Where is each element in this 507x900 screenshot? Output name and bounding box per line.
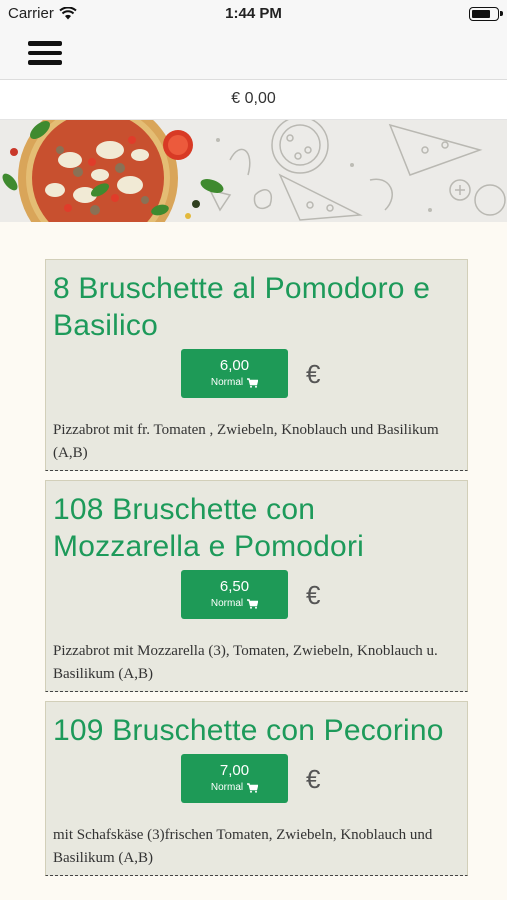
cart-total[interactable]: € 0,00 — [0, 80, 507, 120]
price-value: 7,00 — [219, 762, 250, 779]
price-row: 6,50 Normal € — [46, 570, 467, 630]
navigation-bar — [0, 28, 507, 80]
currency-symbol: € — [306, 764, 321, 794]
hamburger-menu-icon[interactable] — [28, 39, 62, 67]
menu-item-card: 109 Bruschette con Pecorino 7,00 Normal … — [45, 701, 468, 876]
menu-item-description: mit Schafskäse (3)frischen Tomaten, Zwie… — [53, 827, 433, 866]
menu-item-title: 109 Bruschette con Pecorino — [53, 714, 444, 747]
price-row: 7,00 Normal € — [46, 754, 467, 814]
cart-icon — [247, 377, 259, 388]
cart-icon — [247, 598, 259, 609]
size-label: Normal — [210, 598, 244, 609]
clock: 1:44 PM — [225, 5, 282, 22]
price-row: 6,00 Normal € — [46, 349, 467, 409]
battery-icon — [469, 7, 503, 21]
add-to-cart-button[interactable]: 7,00 Normal — [181, 754, 288, 803]
currency-symbol: € — [306, 580, 321, 610]
pizza-banner-image — [0, 120, 507, 222]
currency-symbol: € — [306, 359, 321, 389]
cart-icon — [247, 782, 259, 793]
menu-list: 8 Bruschette al Pomodoro e Basilico 6,00… — [0, 222, 507, 900]
size-label-row: Normal — [181, 598, 288, 609]
menu-item-card: 108 Bruschette con Mozzarella e Pomodori… — [45, 480, 468, 692]
price-value: 6,00 — [219, 357, 250, 374]
status-bar: Carrier 1:44 PM — [0, 0, 507, 28]
size-label-row: Normal — [181, 377, 288, 388]
menu-item-description: Pizzabrot mit fr. Tomaten , Zwiebeln, Kn… — [53, 422, 439, 461]
add-to-cart-button[interactable]: 6,50 Normal — [181, 570, 288, 619]
menu-item-card: 8 Bruschette al Pomodoro e Basilico 6,00… — [45, 259, 468, 471]
size-label: Normal — [210, 377, 244, 388]
add-to-cart-button[interactable]: 6,00 Normal — [181, 349, 288, 398]
price-value: 6,50 — [219, 578, 250, 595]
menu-item-title: 8 Bruschette al Pomodoro e Basilico — [53, 272, 431, 342]
size-label-row: Normal — [181, 782, 288, 793]
size-label: Normal — [210, 782, 244, 793]
menu-item-description: Pizzabrot mit Mozzarella (3), Tomaten, Z… — [53, 643, 438, 682]
battery-level — [472, 10, 491, 18]
menu-item-title: 108 Bruschette con Mozzarella e Pomodori — [53, 493, 364, 563]
